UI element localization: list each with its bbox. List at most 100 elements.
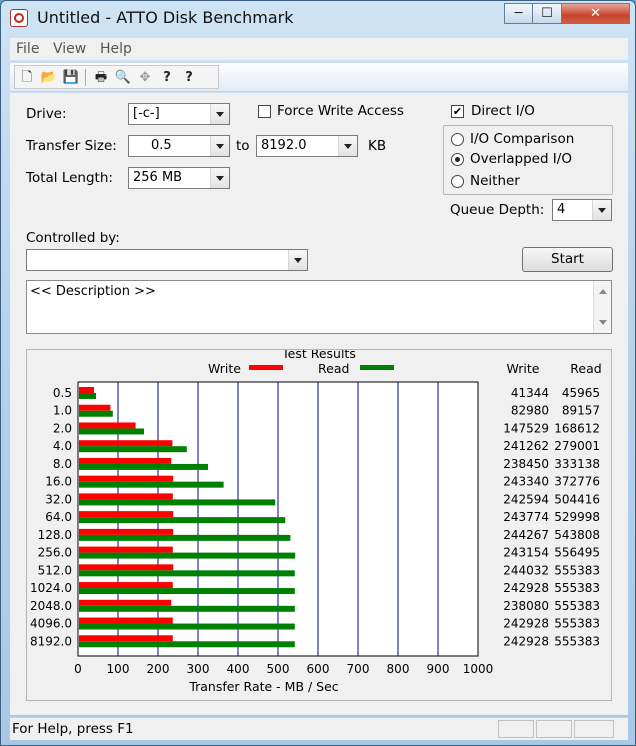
x-tick-label: 200 (147, 662, 170, 676)
chevron-down-icon[interactable] (210, 104, 229, 124)
toolbar-group: 🗋 📂 💾 🖶 🔍 ✥ ? ? (14, 65, 219, 89)
write-value: 244032 (503, 563, 549, 577)
write-value: 82980 (511, 404, 549, 418)
row-label: 128.0 (38, 528, 72, 542)
direct-io-checkbox[interactable]: ✔ (451, 105, 464, 118)
read-value: 168612 (554, 421, 600, 435)
write-bar (79, 599, 172, 606)
read-bar (79, 534, 291, 541)
write-bar (79, 546, 173, 553)
atto-app-icon[interactable] (10, 9, 28, 27)
radio-io-comparison[interactable] (451, 133, 464, 146)
write-value: 244267 (503, 528, 549, 542)
status-panel-2 (536, 720, 572, 738)
save-icon[interactable]: 💾 (61, 68, 81, 87)
x-tick-label: 1000 (463, 662, 494, 676)
write-bar (79, 440, 173, 447)
row-label: 2048.0 (30, 599, 72, 613)
force-write-label: Force Write Access (277, 103, 404, 119)
row-label: 256.0 (38, 546, 72, 560)
chevron-down-icon[interactable] (288, 250, 307, 270)
minimize-button[interactable]: ─ (504, 3, 533, 24)
close-button[interactable]: ✕ (561, 3, 630, 24)
scroll-up-icon[interactable] (599, 289, 607, 294)
row-label: 64.0 (45, 510, 72, 524)
total-length-select[interactable]: 256 MB (128, 167, 230, 189)
transfer-size-to-select[interactable]: 8192.0 (256, 135, 358, 157)
read-value: 45965 (562, 386, 600, 400)
results-chart: Test Results 0 100 200 300 400 500 600 700 800 900… (30, 346, 602, 694)
read-value: 504416 (554, 492, 600, 506)
print-icon[interactable]: 🖶 (91, 68, 111, 87)
write-bar (79, 635, 173, 642)
chevron-down-icon[interactable] (592, 200, 611, 220)
transfer-size-from-select[interactable]: 0.5 (128, 135, 230, 157)
radio-overlapped-io[interactable] (451, 153, 464, 166)
read-value: 556495 (554, 546, 600, 560)
write-bar (79, 493, 173, 500)
drive-select[interactable]: [-c-] (128, 103, 230, 125)
read-bar (79, 641, 295, 648)
open-folder-icon[interactable]: 📂 (39, 68, 59, 87)
read-value: 555383 (554, 599, 600, 613)
app-window: Untitled - ATTO Disk Benchmark ─ ☐ ✕ Fil… (0, 0, 636, 746)
read-bar (79, 410, 113, 417)
chart-title: Test Results (281, 350, 356, 361)
read-bar (79, 481, 224, 488)
chevron-down-icon[interactable] (210, 168, 229, 188)
read-value: 279001 (554, 439, 600, 453)
write-value: 243774 (503, 510, 549, 524)
write-bar (79, 582, 173, 589)
new-file-icon[interactable]: 🗋 (17, 68, 37, 87)
chevron-down-icon[interactable] (210, 136, 229, 156)
row-label: 4.0 (53, 439, 72, 453)
read-value: 89157 (562, 404, 600, 418)
read-bar (79, 463, 208, 470)
write-bar (79, 475, 174, 482)
chevron-down-icon[interactable] (338, 136, 357, 156)
queue-depth-select[interactable]: 4 (552, 199, 612, 221)
drive-label: Drive: (26, 106, 67, 122)
force-write-checkbox[interactable] (258, 105, 271, 118)
total-length-value: 256 MB (133, 170, 183, 185)
write-bar (79, 422, 136, 429)
read-bar (79, 517, 286, 524)
legend-read-swatch (360, 365, 394, 370)
status-text: For Help, press F1 (12, 721, 134, 737)
help-icon[interactable]: ? (157, 68, 177, 87)
status-panel-1 (498, 720, 534, 738)
write-bar (79, 387, 94, 393)
write-value: 238080 (503, 599, 549, 613)
write-bar (79, 457, 172, 464)
write-value: 242594 (503, 492, 549, 506)
controlled-by-select[interactable] (26, 249, 308, 271)
row-label: 512.0 (38, 563, 72, 577)
legend-write-swatch (249, 365, 283, 370)
radio-neither[interactable] (451, 175, 464, 188)
print-preview-icon[interactable]: 🔍 (113, 68, 133, 87)
to-label: to (236, 138, 250, 154)
move-icon[interactable]: ✥ (135, 68, 155, 87)
row-label: 1.0 (53, 404, 72, 418)
read-value: 555383 (554, 634, 600, 648)
context-help-icon[interactable]: ? (179, 68, 199, 87)
scroll-down-icon[interactable] (599, 320, 607, 325)
row-label: 1024.0 (30, 581, 72, 595)
write-value: 147529 (503, 421, 549, 435)
status-panel-3 (574, 720, 614, 738)
write-value: 243154 (503, 546, 549, 560)
neither-label: Neither (470, 173, 520, 189)
col-write-header: Write (506, 361, 539, 376)
description-text: << Description >> (30, 284, 156, 299)
start-button[interactable]: Start (522, 247, 613, 272)
menu-file[interactable]: File (16, 41, 39, 57)
row-label: 0.5 (53, 386, 72, 400)
maximize-button[interactable]: ☐ (532, 3, 562, 24)
menu-view[interactable]: View (53, 41, 86, 57)
queue-depth-value: 4 (557, 202, 566, 217)
description-scrollbar[interactable] (593, 281, 611, 333)
title-bar[interactable]: Untitled - ATTO Disk Benchmark ─ ☐ ✕ (1, 1, 635, 35)
description-textarea[interactable]: << Description >> (26, 280, 612, 334)
menu-help[interactable]: Help (100, 41, 132, 57)
read-bar (79, 393, 96, 399)
